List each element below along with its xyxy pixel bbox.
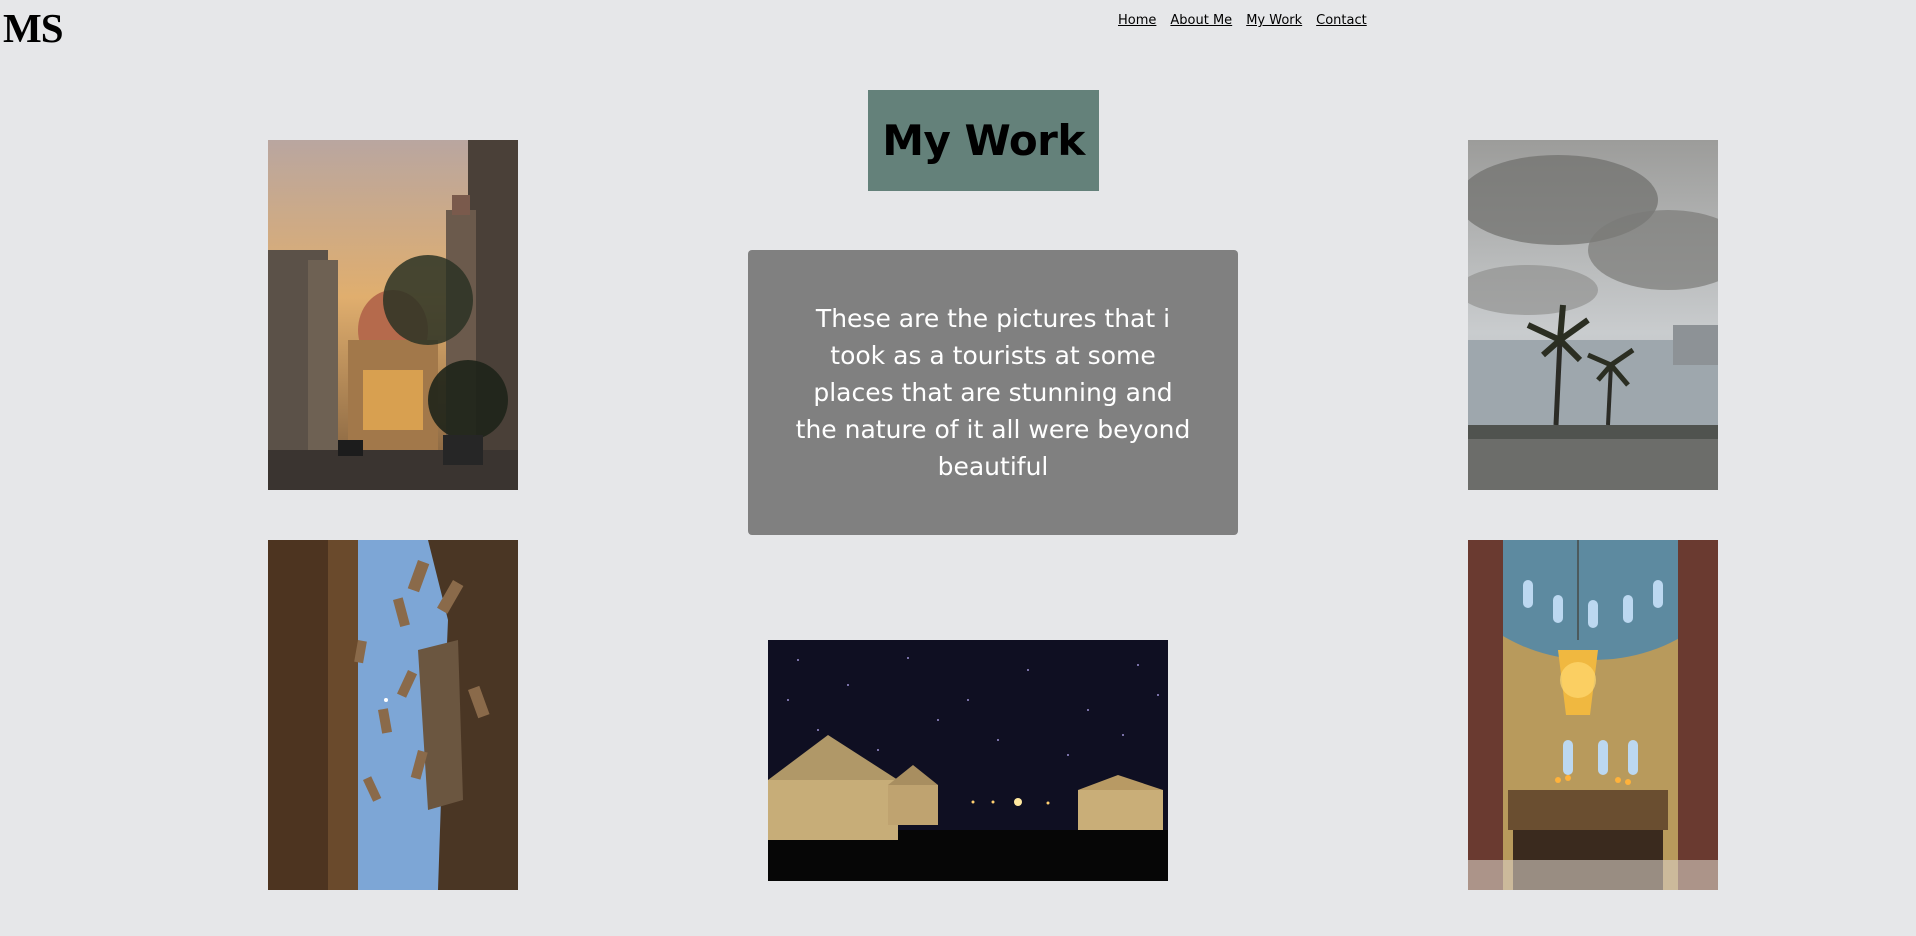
nav-link-contact[interactable]: Contact [1316, 13, 1367, 28]
nav-link-about-me[interactable]: About Me [1170, 13, 1232, 28]
desert-tents-starry-night-photo [768, 640, 1168, 881]
main-nav: Home About Me My Work Contact [1118, 13, 1367, 28]
alley-sky-hanging-flags-photo [268, 540, 518, 890]
nav-link-my-work[interactable]: My Work [1246, 13, 1302, 28]
nav-link-home[interactable]: Home [1118, 13, 1156, 28]
palm-trees-seafront-photo [1468, 140, 1718, 490]
description-box: These are the pictures that i took as a … [748, 250, 1238, 535]
page-title: My Work [882, 116, 1085, 165]
street-dome-sunset-photo [268, 140, 518, 490]
church-interior-chandelier-photo [1468, 540, 1718, 890]
page-title-box: My Work [868, 90, 1099, 191]
description-text: These are the pictures that i took as a … [795, 304, 1191, 481]
site-logo[interactable]: MS [3, 4, 63, 52]
